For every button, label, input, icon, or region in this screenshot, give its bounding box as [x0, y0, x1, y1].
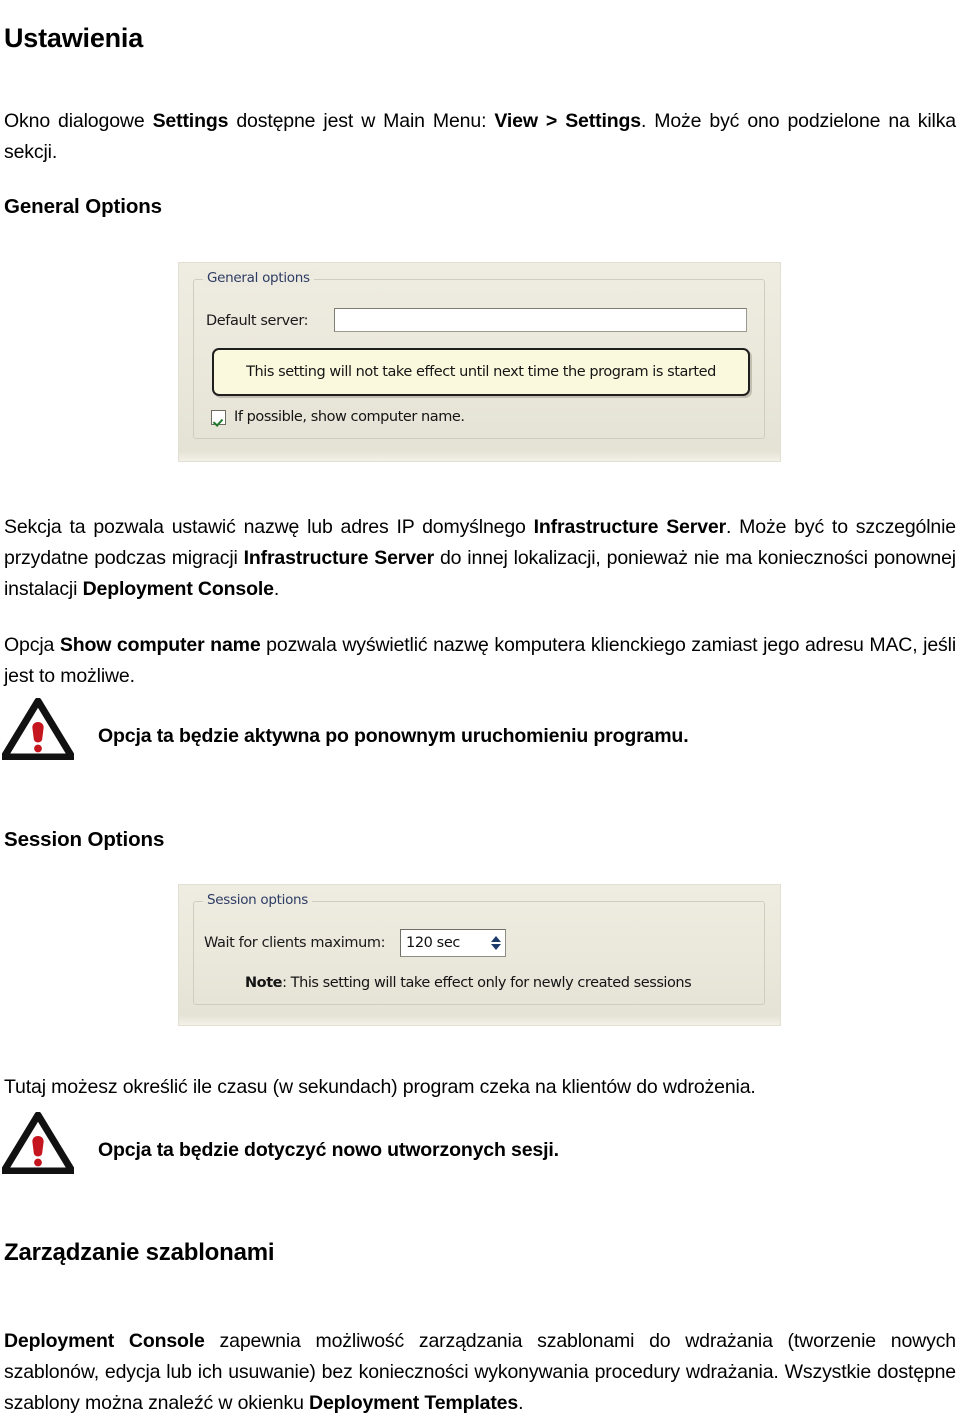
show-computer-name-checkbox-row[interactable]: If possible, show computer name. [211, 409, 465, 425]
general-options-warning-note: Opcja ta będzie aktywna po ponownym uruc… [98, 724, 689, 747]
session-note-bold: Note [245, 975, 283, 991]
gop1-bold-infra-server-2: Infrastructure Server [243, 546, 435, 569]
gop1-part1: Sekcja ta pozwala ustawić nazwę lub adre… [4, 515, 534, 538]
session-options-screenshot: Session options Wait for clients maximum… [178, 884, 781, 1026]
general-options-screenshot: General options Default server: This set… [178, 262, 781, 462]
tpl-part2: . [518, 1391, 524, 1414]
wait-for-clients-value: 120 sec [406, 935, 460, 951]
gop1-bold-deployment-console: Deployment Console [82, 577, 274, 600]
session-options-note: Note: This setting will take effect only… [245, 975, 692, 991]
gop2-bold-show-computer-name: Show computer name [59, 633, 261, 656]
tpl-bold-deployment-console: Deployment Console [4, 1329, 205, 1352]
section-heading-session-options: Session Options [4, 828, 165, 851]
session-options-paragraph: Tutaj możesz określić ile czasu (w sekun… [4, 1075, 756, 1098]
default-server-label: Default server: [206, 313, 309, 329]
templates-paragraph: Deployment Console zapewnia możliwość za… [4, 1326, 956, 1419]
intro-text-part2: dostępne jest w Main Menu: [228, 109, 495, 132]
gop1-part4: . [273, 577, 280, 600]
intro-bold-view-settings: View > Settings [494, 109, 641, 132]
general-options-paragraph-1: Sekcja ta pozwala ustawić nazwę lub adre… [4, 512, 956, 605]
spinner-arrows-icon[interactable] [491, 936, 501, 950]
warning-triangle-icon [2, 698, 74, 760]
show-computer-name-checkbox-label: If possible, show computer name. [234, 409, 465, 425]
warning-triangle-icon [2, 1112, 74, 1174]
section-heading-templates: Zarządzanie szablonami [4, 1238, 275, 1266]
chevron-up-icon[interactable] [491, 936, 501, 942]
chevron-down-icon[interactable] [491, 944, 501, 950]
session-options-warning-note: Opcja ta będzie dotyczyć nowo utworzonyc… [98, 1138, 559, 1161]
general-options-paragraph-2: Opcja Show computer name pozwala wyświet… [4, 630, 956, 692]
document-page: Ustawienia Okno dialogowe Settings dostę… [0, 0, 960, 1414]
wait-for-clients-label: Wait for clients maximum: [204, 935, 386, 951]
intro-bold-settings: Settings [152, 109, 229, 132]
restart-required-infobox-text: This setting will not take effect until … [246, 364, 716, 380]
intro-text-part1: Okno dialogowe [4, 109, 153, 132]
intro-paragraph: Okno dialogowe Settings dostępne jest w … [4, 106, 956, 168]
wait-for-clients-stepper[interactable]: 120 sec [400, 929, 506, 957]
restart-required-infobox: This setting will not take effect until … [212, 348, 750, 396]
page-title: Ustawienia [4, 23, 144, 54]
session-options-groupbox-legend: Session options [203, 892, 313, 908]
gop2-part1: Opcja [4, 633, 60, 656]
gop1-bold-infra-server-1: Infrastructure Server [533, 515, 727, 538]
default-server-input[interactable] [334, 308, 747, 332]
session-note-rest: : This setting will take effect only for… [282, 975, 692, 991]
checkmark-icon[interactable] [211, 409, 226, 425]
section-heading-general-options: General Options [4, 195, 162, 218]
general-options-groupbox-legend: General options [203, 270, 314, 286]
tpl-bold-deployment-templates: Deployment Templates [309, 1391, 519, 1414]
